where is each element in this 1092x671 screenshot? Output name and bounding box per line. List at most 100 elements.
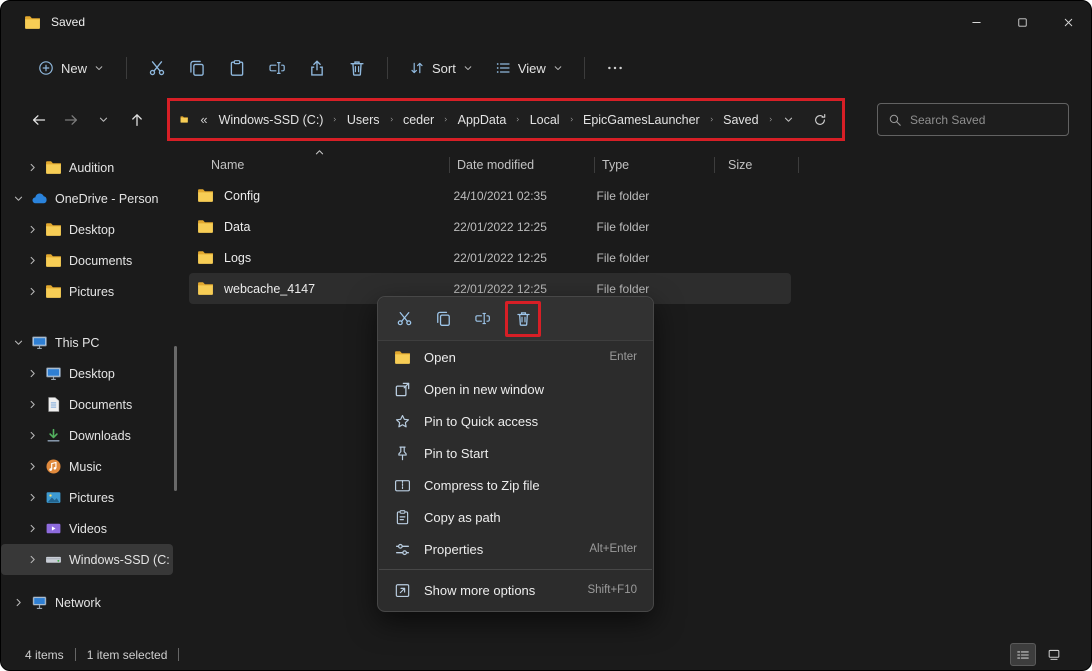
sidebar-item-this-pc[interactable]: This PC (1, 327, 173, 358)
chevron-right-icon[interactable] (768, 114, 773, 125)
chevron-right-icon[interactable] (27, 430, 38, 441)
paste-button[interactable] (218, 51, 256, 85)
context-item-open[interactable]: Open Enter (383, 341, 648, 373)
breadcrumb-overflow[interactable]: « (196, 112, 211, 127)
cut-button[interactable] (388, 303, 420, 335)
minimize-button[interactable] (953, 1, 999, 43)
cut-button[interactable] (138, 51, 176, 85)
close-button[interactable] (1045, 1, 1091, 43)
sidebar-item-label: Pictures (69, 490, 115, 505)
chevron-right-icon[interactable] (27, 224, 38, 235)
minimize-icon (970, 16, 983, 29)
toolbar-divider (387, 57, 389, 79)
rename-button[interactable] (258, 51, 296, 85)
address-dropdown-button[interactable] (776, 108, 800, 132)
sidebar-item-audition[interactable]: Audition (1, 152, 173, 183)
refresh-button[interactable] (808, 108, 832, 132)
chevron-right-icon[interactable] (27, 492, 38, 503)
chevron-right-icon[interactable] (27, 162, 38, 173)
file-row-config[interactable]: Config 24/10/2021 02:35 File folder (189, 180, 791, 211)
chevron-right-icon[interactable] (27, 255, 38, 266)
chevron-right-icon[interactable] (27, 523, 38, 534)
column-header-date-modified[interactable]: Date modified (449, 150, 594, 180)
column-header-name[interactable]: Name (189, 150, 449, 180)
chevron-down-icon (94, 63, 104, 73)
new-button[interactable]: New (27, 53, 115, 83)
title-bar: Saved (1, 1, 1091, 43)
view-button[interactable]: View (485, 53, 573, 83)
file-type: File folder (596, 281, 650, 296)
breadcrumb-local[interactable]: Local (524, 109, 566, 131)
column-header-size[interactable]: Size (714, 150, 799, 180)
chevron-right-icon[interactable] (443, 114, 448, 125)
large-icons-view-icon (1047, 648, 1061, 662)
up-button[interactable] (121, 104, 153, 136)
back-button[interactable] (23, 104, 55, 136)
chevron-right-icon[interactable] (27, 286, 38, 297)
chevron-down-icon[interactable] (13, 193, 24, 204)
context-item-compress-zip[interactable]: Compress to Zip file (383, 469, 648, 501)
share-button[interactable] (298, 51, 336, 85)
chevron-right-icon[interactable] (27, 461, 38, 472)
breadcrumb-epicgameslauncher[interactable]: EpicGamesLauncher (577, 109, 706, 131)
breadcrumb-saved[interactable]: Saved (717, 109, 764, 131)
context-item-pin-quick-access[interactable]: Pin to Quick access (383, 405, 648, 437)
context-item-show-more-options[interactable]: Show more options Shift+F10 (383, 574, 648, 606)
breadcrumb-appdata[interactable]: AppData (452, 109, 513, 131)
sidebar-item-documents[interactable]: Documents (1, 389, 173, 420)
sidebar-item-pictures[interactable]: Pictures (1, 482, 173, 513)
chevron-right-icon[interactable] (27, 399, 38, 410)
sidebar-item-od-desktop[interactable]: Desktop (1, 214, 173, 245)
sidebar-item-od-pictures[interactable]: Pictures (1, 276, 173, 307)
chevron-right-icon[interactable] (27, 368, 38, 379)
context-item-copy-as-path[interactable]: Copy as path (383, 501, 648, 533)
chevron-right-icon[interactable] (389, 114, 394, 125)
chevron-right-icon[interactable] (709, 114, 714, 125)
sidebar-item-onedrive[interactable]: OneDrive - Person (1, 183, 173, 214)
delete-button[interactable] (338, 51, 376, 85)
chevron-down-icon[interactable] (13, 337, 24, 348)
sidebar-item-windows-ssd[interactable]: Windows-SSD (C: (1, 544, 173, 575)
forward-button[interactable] (55, 104, 87, 136)
file-row-data[interactable]: Data 22/01/2022 12:25 File folder (189, 211, 791, 242)
chevron-right-icon[interactable] (515, 114, 520, 125)
search-input[interactable] (910, 112, 1058, 127)
sidebar-item-label: Desktop (69, 366, 115, 381)
breadcrumb-ceder[interactable]: ceder (397, 109, 440, 131)
window-title: Saved (51, 15, 86, 29)
status-divider (74, 648, 76, 661)
large-icons-view-button[interactable] (1041, 643, 1067, 666)
chevron-right-icon[interactable] (332, 114, 337, 125)
search-box[interactable] (877, 103, 1069, 136)
details-view-button[interactable] (1010, 643, 1036, 666)
monitor-icon (45, 365, 62, 382)
copy-button[interactable] (178, 51, 216, 85)
chevron-right-icon[interactable] (13, 597, 24, 608)
sort-button[interactable]: Sort (399, 53, 483, 83)
sidebar-item-desktop[interactable]: Desktop (1, 358, 173, 389)
maximize-icon (1016, 16, 1029, 29)
maximize-button[interactable] (999, 1, 1045, 43)
copy-button[interactable] (427, 303, 459, 335)
rename-button[interactable] (466, 303, 498, 335)
context-item-pin-start[interactable]: Pin to Start (383, 437, 648, 469)
column-header-type[interactable]: Type (594, 150, 714, 180)
breadcrumb-address-bar[interactable]: « Windows-SSD (C:) Users ceder AppData L… (167, 98, 845, 141)
breadcrumb-windows-ssd[interactable]: Windows-SSD (C:) (213, 109, 330, 131)
file-row-logs[interactable]: Logs 22/01/2022 12:25 File folder (189, 242, 791, 273)
breadcrumb-users[interactable]: Users (341, 109, 386, 131)
chevron-right-icon[interactable] (27, 554, 38, 565)
sidebar-item-network[interactable]: Network (1, 587, 173, 618)
recent-locations-button[interactable] (87, 104, 119, 136)
context-item-properties[interactable]: Properties Alt+Enter (383, 533, 648, 565)
sidebar-scrollbar[interactable] (174, 346, 177, 491)
delete-button[interactable] (505, 300, 541, 337)
sidebar-item-music[interactable]: Music (1, 451, 173, 482)
sidebar-item-od-documents[interactable]: Documents (1, 245, 173, 276)
see-more-button[interactable] (596, 51, 634, 85)
sidebar-item-videos[interactable]: Videos (1, 513, 173, 544)
sidebar-item-label: This PC (55, 335, 100, 350)
context-item-open-new-window[interactable]: Open in new window (383, 373, 648, 405)
sidebar-item-downloads[interactable]: Downloads (1, 420, 173, 451)
chevron-right-icon[interactable] (569, 114, 574, 125)
